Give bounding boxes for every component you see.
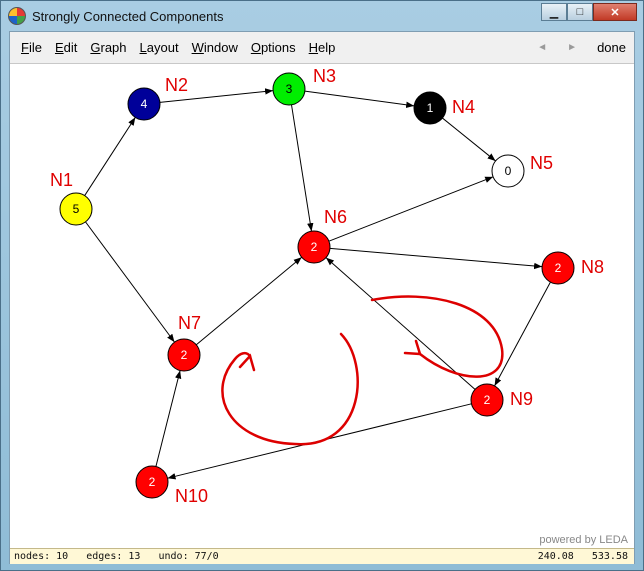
status-coordinates: 240.08 533.58 — [537, 551, 628, 562]
edge-n9-n6[interactable] — [325, 257, 476, 390]
status-counts: nodes: 10 edges: 13 undo: 77/0 — [14, 551, 219, 562]
maximize-icon: □ — [576, 6, 584, 18]
window-controls: ▁ □ ✕ — [541, 3, 637, 21]
graph-node-n10[interactable]: 2 — [135, 465, 169, 499]
maximize-button[interactable]: □ — [567, 3, 593, 21]
edge-n6-n5[interactable] — [328, 176, 494, 242]
node-label-n8: N8 — [581, 257, 604, 277]
graph-node-n4[interactable]: 1 — [413, 91, 447, 125]
node-label-n2: N2 — [165, 75, 188, 95]
graph-node-n7[interactable]: 2 — [167, 338, 201, 372]
forward-arrow-icon[interactable]: ► — [567, 42, 577, 53]
graph-node-n9[interactable]: 2 — [470, 383, 504, 417]
node-value-n7: 2 — [181, 348, 188, 362]
node-value-n5: 0 — [505, 164, 512, 178]
close-button[interactable]: ✕ — [593, 3, 637, 21]
client-area: File Edit Graph Layout Window Options Help ◄ ►… — [9, 31, 635, 564]
node-value-n4: 1 — [427, 101, 434, 115]
title-bar[interactable]: Strongly Connected Components ▁ □ ✕ — [1, 1, 643, 31]
menu-item-edit[interactable]: Edit — [55, 40, 77, 55]
graph-canvas[interactable]: 5 4 3 1 0 2 2 2 2 2 N1 N2 N3 N4 N5 N6 N7 N8 N9 N10 powered… — [10, 64, 634, 548]
edge-n6-n8[interactable] — [329, 247, 543, 270]
node-label-n3: N3 — [313, 66, 336, 86]
edge-n7-n6[interactable] — [195, 256, 303, 346]
node-label-n4: N4 — [452, 97, 475, 117]
menu-item-help[interactable]: Help — [309, 40, 336, 55]
edge-n10-n7[interactable] — [155, 370, 182, 467]
app-icon — [8, 7, 26, 25]
close-icon: ✕ — [610, 6, 620, 19]
edge-n4-n5[interactable] — [442, 117, 496, 162]
node-label-n10: N10 — [175, 486, 208, 506]
node-value-n3: 3 — [286, 82, 293, 96]
powered-by-label: powered by LEDA — [539, 534, 628, 546]
edge-n3-n6[interactable] — [291, 104, 314, 232]
hand-drawn-arrowhead-right — [403, 339, 422, 356]
graph-node-n3[interactable]: 3 — [272, 72, 306, 106]
graph-node-n8[interactable]: 2 — [541, 251, 575, 285]
minimize-icon: ▁ — [549, 6, 559, 19]
node-label-n1: N1 — [50, 170, 73, 190]
node-value-n6: 2 — [311, 240, 318, 254]
node-value-n1: 5 — [73, 202, 80, 216]
menu-bar: File Edit Graph Layout Window Options Help ◄ ►… — [10, 32, 634, 64]
menu-right: ◄ ► done — [537, 32, 626, 63]
edge-n1-n2[interactable] — [84, 117, 136, 196]
menu-item-layout[interactable]: Layout — [140, 40, 179, 55]
menu-item-graph[interactable]: Graph — [90, 40, 126, 55]
app-window: Strongly Connected Components ▁ □ ✕ File… — [0, 0, 644, 571]
node-value-n10: 2 — [149, 475, 156, 489]
minimize-button[interactable]: ▁ — [541, 3, 567, 21]
status-bar: nodes: 10 edges: 13 undo: 77/0 240.08 53… — [10, 548, 634, 564]
hand-drawn-arrowhead-left — [238, 353, 256, 372]
hand-drawn-annotations — [221, 295, 504, 446]
done-button[interactable]: done — [597, 40, 626, 55]
node-label-n9: N9 — [510, 389, 533, 409]
edge-n1-n7[interactable] — [85, 221, 175, 343]
graph-node-n5[interactable]: 0 — [491, 154, 525, 188]
graph-node-n6[interactable]: 2 — [297, 230, 331, 264]
edge-n8-n9[interactable] — [494, 281, 551, 387]
graph-node-n2[interactable]: 4 — [127, 87, 161, 121]
menu-items: File Edit Graph Layout Window Options Help — [10, 40, 337, 55]
node-label-n5: N5 — [530, 153, 553, 173]
node-label-n7: N7 — [178, 313, 201, 333]
edge-n3-n4[interactable] — [304, 90, 415, 108]
back-arrow-icon[interactable]: ◄ — [537, 42, 547, 53]
node-value-n8: 2 — [555, 261, 562, 275]
hand-drawn-cycle-arrow-left — [221, 332, 359, 446]
menu-item-options[interactable]: Options — [251, 40, 296, 55]
node-value-n9: 2 — [484, 393, 491, 407]
graph-svg[interactable]: 5 4 3 1 0 2 2 2 2 2 N1 N2 N3 N4 N5 N6 N7 N8 N9 N10 — [10, 64, 634, 548]
hand-drawn-cycle-arrow-right — [370, 295, 504, 378]
menu-item-window[interactable]: Window — [192, 40, 238, 55]
menu-item-file[interactable]: File — [21, 40, 42, 55]
window-title: Strongly Connected Components — [32, 8, 224, 24]
node-value-n2: 4 — [141, 97, 148, 111]
graph-node-n1[interactable]: 5 — [59, 192, 93, 226]
node-label-n6: N6 — [324, 207, 347, 227]
